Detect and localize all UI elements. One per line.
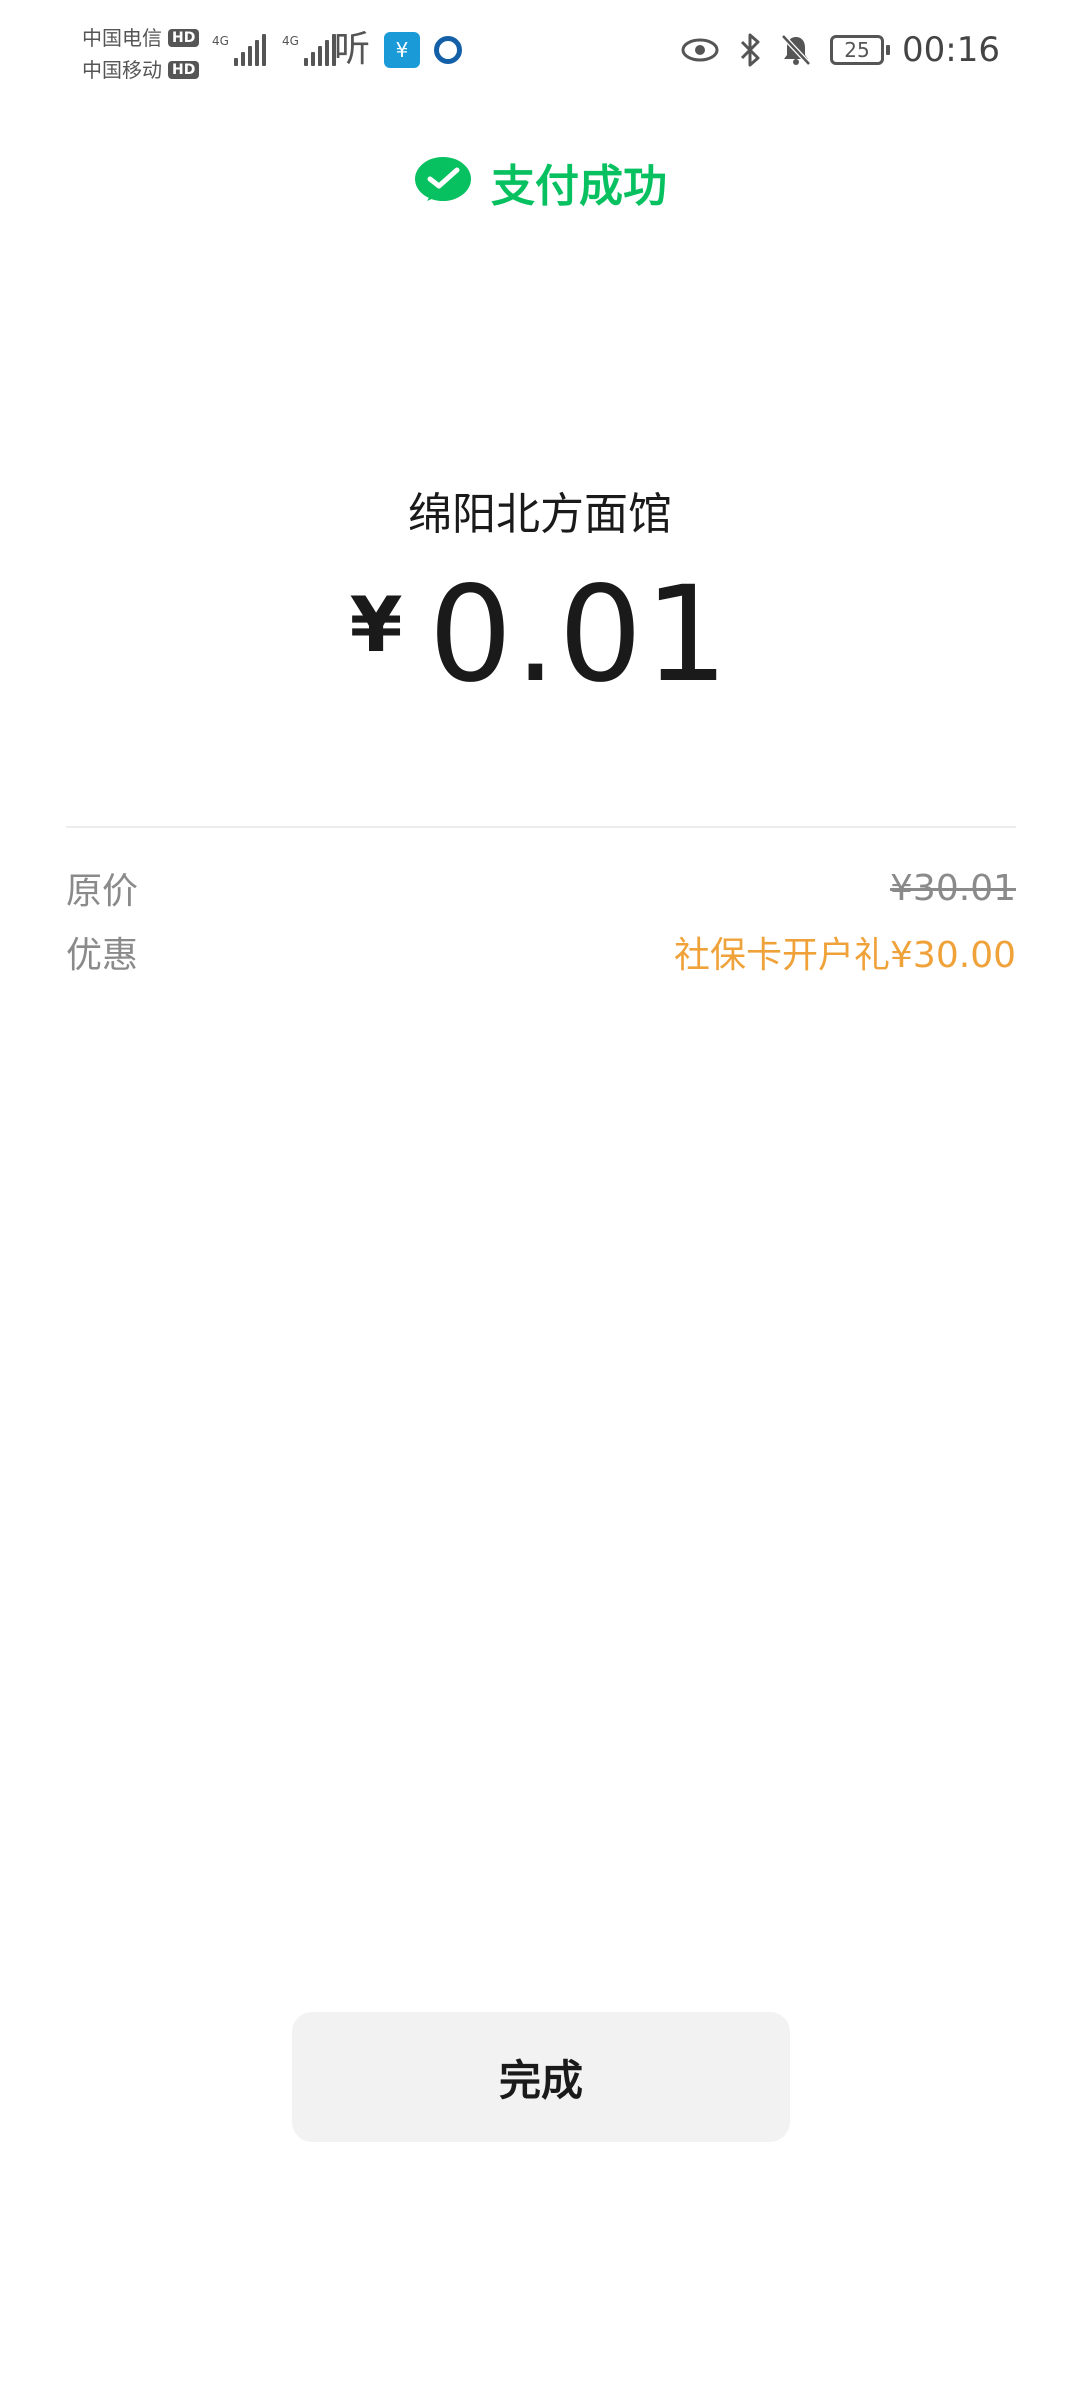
discount-row: 优惠 社保卡开户礼¥30.00	[66, 926, 1016, 978]
carrier-name-2: 中国移动	[82, 58, 162, 82]
status-bar: 中国电信 HD 中国移动 HD 4G 4G 听 ¥ 25 00:16	[0, 0, 1080, 110]
bank-app-icon	[434, 36, 463, 64]
network-tag-2: 4G	[281, 34, 299, 48]
bluetooth-icon	[740, 33, 760, 67]
signal-indicators: 4G 4G	[212, 34, 336, 66]
wechat-pay-check-icon	[415, 157, 471, 201]
divider	[66, 826, 1016, 828]
payment-success-screen: 中国电信 HD 中国移动 HD 4G 4G 听 ¥ 25 00:16 支付成功 …	[0, 0, 1080, 2400]
carrier-row-2: 中国移动 HD	[82, 54, 200, 86]
original-price-value: ¥30.01	[890, 867, 1016, 909]
status-right: 25 00:16	[680, 30, 1000, 70]
merchant-name: 绵阳北方面馆	[408, 489, 672, 540]
network-tag-1: 4G	[212, 34, 229, 48]
original-price-row: 原价 ¥30.01	[66, 862, 1016, 914]
payment-amount: ¥ 0.01	[0, 560, 1080, 710]
done-button[interactable]: 完成	[292, 2012, 790, 2142]
success-title: 支付成功	[491, 161, 667, 212]
discount-value: 社保卡开户礼¥30.00	[674, 935, 1016, 976]
signal-strength-icon-1: 4G	[212, 34, 266, 66]
signal-strength-icon-2: 4G	[282, 34, 336, 66]
carrier-info: 中国电信 HD 中国移动 HD	[82, 22, 200, 86]
amount-value: 0.01	[428, 558, 731, 712]
hd-badge-2: HD	[168, 61, 200, 79]
original-price-label: 原价	[66, 871, 139, 912]
listen-app-icon: 听	[334, 29, 371, 70]
eye-icon	[681, 38, 719, 62]
currency-symbol: ¥	[349, 580, 403, 669]
notification-icons: 听 ¥	[334, 29, 463, 70]
payment-app-icon: ¥	[384, 32, 421, 68]
battery-indicator: 25	[830, 35, 891, 65]
bell-muted-icon	[781, 34, 811, 66]
discount-label: 优惠	[66, 935, 139, 976]
carrier-name-1: 中国电信	[82, 26, 162, 50]
carrier-row-1: 中国电信 HD	[82, 22, 200, 54]
clock: 00:16	[902, 30, 1000, 70]
hd-badge-1: HD	[168, 29, 200, 47]
success-header: 支付成功	[0, 150, 1080, 214]
